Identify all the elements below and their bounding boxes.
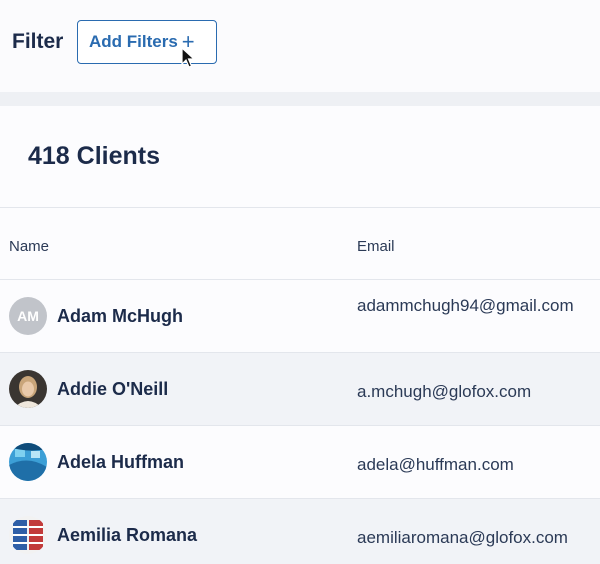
- client-name[interactable]: Adela Huffman: [57, 452, 184, 473]
- column-header-name[interactable]: Name: [9, 238, 49, 255]
- client-email: adela@huffman.com: [357, 455, 514, 474]
- client-email: adammchugh94@gmail.com: [357, 296, 574, 315]
- table-row[interactable]: Addie O'Neill a.mchugh@glofox.com: [0, 353, 600, 426]
- filter-bar: Filter Add Filters +: [0, 0, 600, 92]
- client-name[interactable]: Adam McHugh: [57, 306, 183, 327]
- avatar-photo-icon: [9, 370, 47, 408]
- avatar: AM: [9, 297, 47, 335]
- avatar-photo-icon: [9, 516, 47, 554]
- avatar-initials: AM: [17, 308, 39, 324]
- clients-table: Name Email AM Adam McHugh adammchugh94@g…: [0, 207, 600, 564]
- mouse-cursor-icon: [181, 47, 195, 68]
- avatar: [9, 370, 47, 408]
- avatar-photo-icon: [9, 443, 47, 481]
- clients-card: 418 Clients Name Email AM Adam McHugh ad…: [0, 106, 600, 564]
- filter-label: Filter: [12, 30, 64, 53]
- table-row[interactable]: Aemilia Romana aemiliaromana@glofox.com: [0, 499, 600, 564]
- avatar: [9, 516, 47, 554]
- table-header: Name Email: [0, 208, 600, 280]
- table-row[interactable]: Adela Huffman adela@huffman.com: [0, 426, 600, 499]
- clients-count-heading: 418 Clients: [28, 142, 161, 170]
- table-row[interactable]: AM Adam McHugh adammchugh94@gmail.com: [0, 280, 600, 353]
- client-email: aemiliaromana@glofox.com: [357, 528, 568, 547]
- avatar: [9, 443, 47, 481]
- add-filters-button[interactable]: Add Filters +: [77, 20, 217, 64]
- add-filters-label: Add Filters: [89, 32, 178, 51]
- client-name[interactable]: Aemilia Romana: [57, 525, 197, 546]
- section-divider: [0, 92, 600, 106]
- client-email: a.mchugh@glofox.com: [357, 382, 532, 401]
- client-name[interactable]: Addie O'Neill: [57, 379, 168, 400]
- column-header-email[interactable]: Email: [357, 238, 395, 255]
